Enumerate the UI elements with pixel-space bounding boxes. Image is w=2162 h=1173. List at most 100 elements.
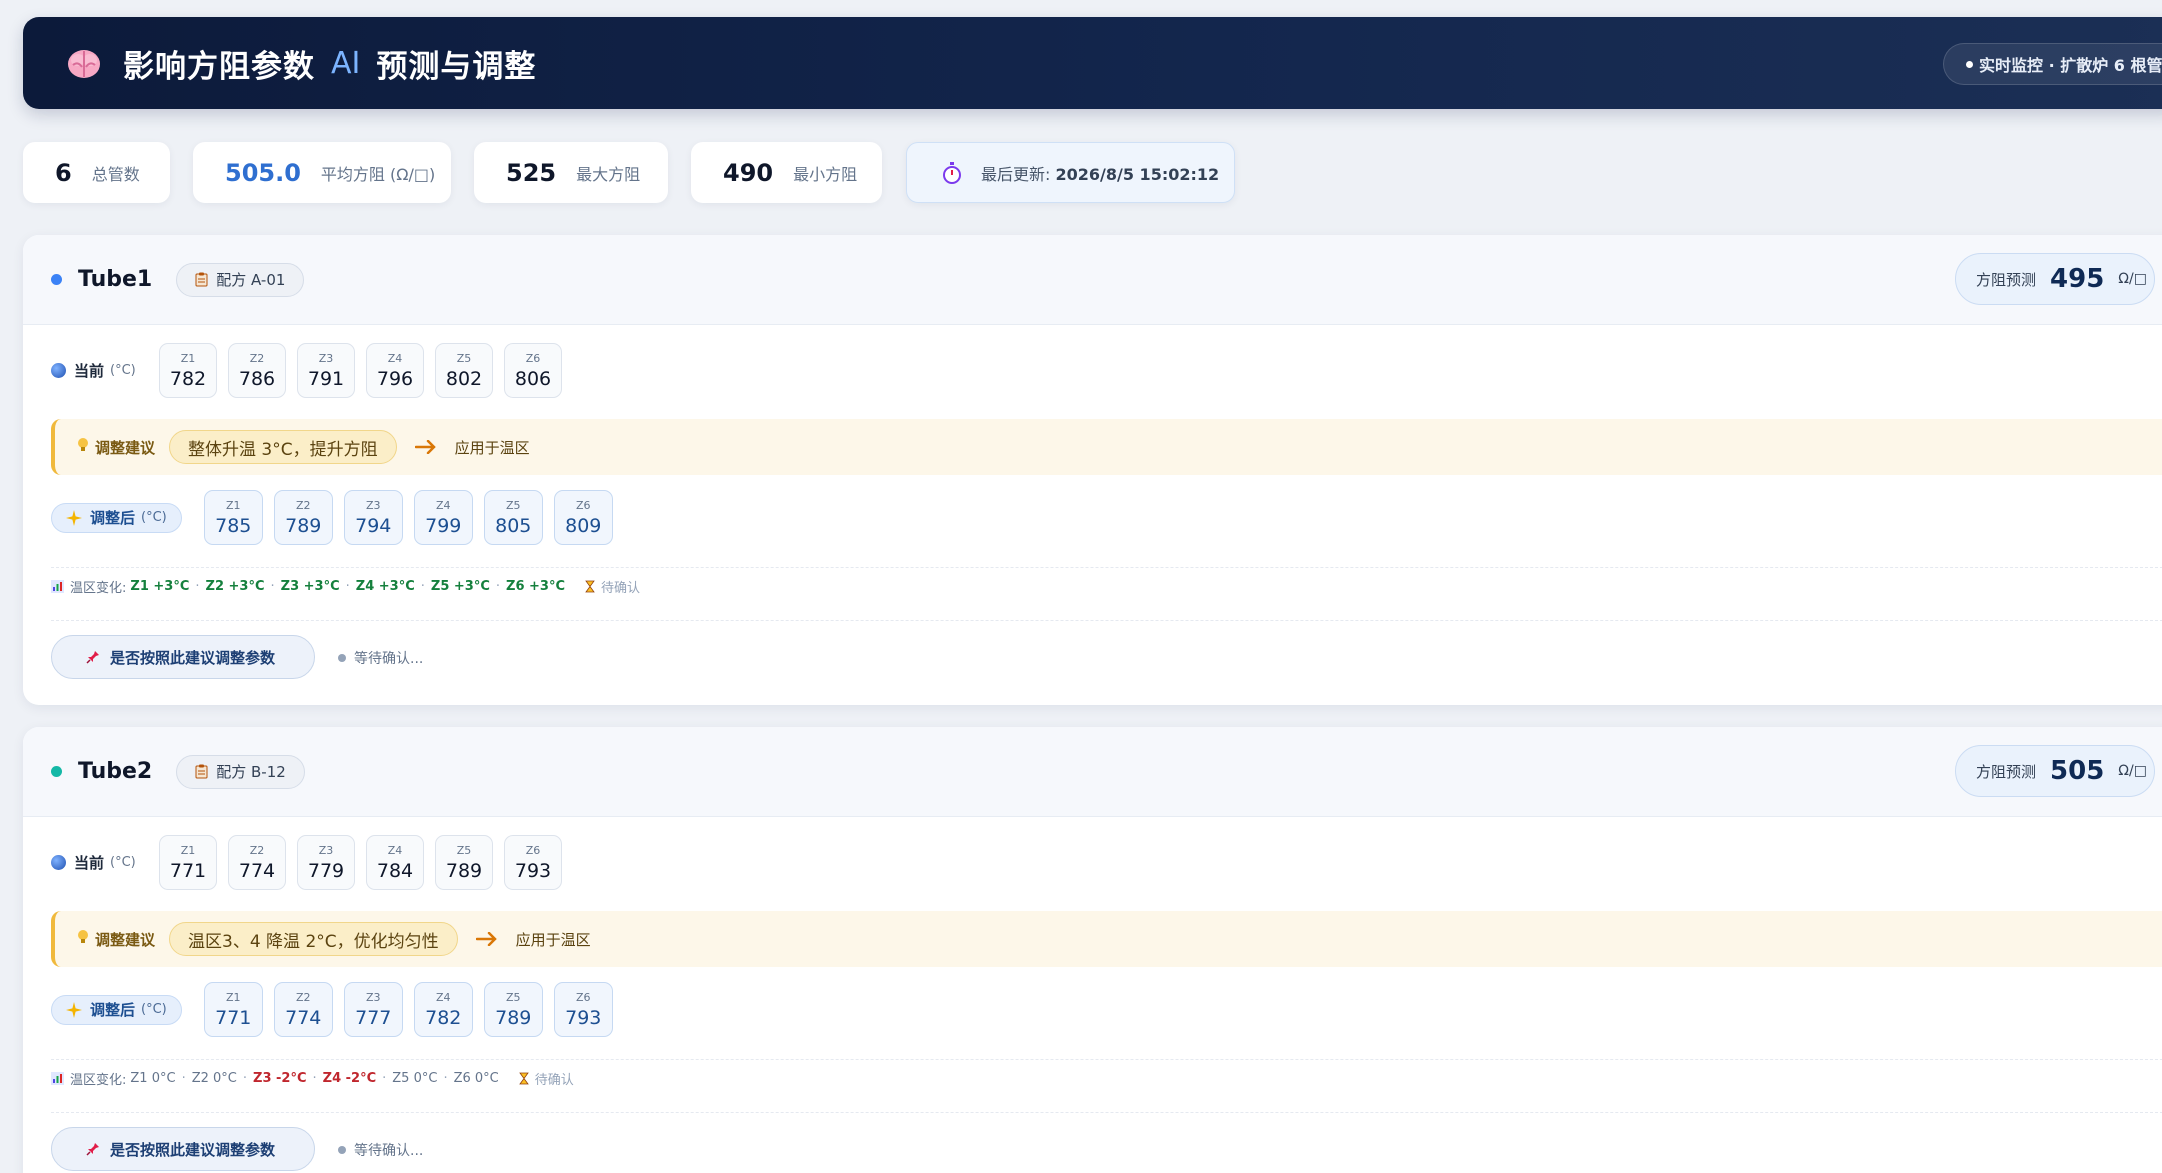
zone-temperature: 809 — [565, 514, 602, 537]
zone-name: Z4 — [435, 498, 451, 512]
tube-card-header: Tube1 配方 A-01 方阻预测 495 Ω/□ — [23, 235, 2162, 325]
pushpin-icon — [86, 650, 100, 664]
stat-label: 总管数 — [91, 164, 140, 184]
prediction-label: 方阻预测 — [1976, 270, 2037, 289]
app-header: 影响方阻参数 AI 预测与调整 实时监控 · 扩散炉 6 根管 — [23, 17, 2162, 109]
zone-temperature: 805 — [495, 514, 532, 537]
zone-current-z3: Z3 779 — [297, 835, 355, 890]
zone-temperature: 789 — [445, 859, 483, 882]
adjusted-temperature-row: 调整后 (°C) Z1 771 Z2 774 Z3 777 Z4 782 Z5 … — [51, 982, 624, 1037]
hourglass-icon — [518, 1072, 529, 1085]
zone-current-z1: Z1 771 — [159, 835, 217, 890]
recipe-badge: 配方 B-12 — [176, 754, 305, 789]
zone-temperature: 793 — [514, 859, 552, 882]
stat-max-resistance: 525 最大方阻 — [474, 142, 668, 203]
zone-temperature: 789 — [285, 514, 322, 537]
zone-temperature: 796 — [376, 367, 414, 390]
recipe-label: 配方 B-12 — [216, 763, 286, 781]
divider — [51, 620, 2162, 621]
zone-name: Z6 — [575, 498, 591, 512]
delta-separator: · — [270, 579, 275, 594]
delta-separator: · — [495, 579, 501, 594]
zone-delta: Z4 -2°C — [322, 1071, 377, 1086]
apply-to-zone-label: 应用于温区 — [454, 438, 530, 457]
tube-status-dot — [51, 766, 62, 777]
zone-delta: Z6 0°C — [453, 1071, 499, 1086]
adjusted-tag: 调整后 (°C) — [51, 994, 182, 1025]
zone-adjusted-z3: Z3 777 — [343, 982, 403, 1037]
header-title-suffix: 预测与调整 — [376, 48, 537, 85]
zone-temperature: 771 — [215, 1006, 252, 1029]
confirm-adjustment-button[interactable]: 是否按照此建议调整参数 — [51, 635, 315, 679]
unit-label: (°C) — [141, 1002, 167, 1017]
zone-temperature: 774 — [285, 1006, 322, 1029]
zone-adjusted-z4: Z4 782 — [413, 982, 473, 1037]
zone-delta: Z5 0°C — [392, 1071, 438, 1086]
prediction-unit: Ω/□ — [2118, 271, 2147, 287]
zone-name: Z4 — [387, 843, 403, 857]
zone-name: Z4 — [435, 990, 451, 1004]
waiting-text: 等待确认... — [354, 1143, 424, 1159]
adjusted-label-text: 调整后 — [90, 1001, 136, 1019]
zone-temperature: 789 — [495, 1006, 532, 1029]
zone-name: Z1 — [225, 990, 241, 1004]
adjusted-tag: 调整后 (°C) — [51, 502, 182, 533]
zone-current-z1: Z1 782 — [159, 343, 217, 398]
zone-delta: Z1 0°C — [130, 1071, 176, 1086]
advice-label: 调整建议 — [95, 930, 156, 949]
stat-value: 490 — [723, 158, 774, 187]
globe-icon — [51, 363, 66, 378]
zone-temperature: 785 — [215, 514, 252, 537]
delta-separator: · — [382, 1071, 387, 1086]
zone-adjusted-z2: Z2 774 — [273, 982, 333, 1037]
divider — [51, 1059, 2162, 1060]
confirm-adjustment-button[interactable]: 是否按照此建议调整参数 — [51, 1127, 315, 1171]
header-title: 影响方阻参数 — [123, 48, 315, 85]
zone-current-z2: Z2 774 — [228, 835, 286, 890]
zone-delta: Z2 +3°C — [205, 579, 265, 594]
last-update-panel: 最后更新: 2026/8/5 15:02:12 — [906, 142, 1235, 203]
zone-temperature: 784 — [376, 859, 414, 882]
adjusted-temperature-row: 调整后 (°C) Z1 785 Z2 789 Z3 794 Z4 799 Z5 … — [51, 490, 624, 545]
zone-current-z2: Z2 786 — [228, 343, 286, 398]
arrow-right-icon — [475, 932, 498, 946]
delta-separator: · — [443, 1071, 448, 1086]
zone-name: Z6 — [525, 843, 541, 857]
stopwatch-icon — [941, 161, 963, 184]
apply-to-zone-label: 应用于温区 — [515, 930, 591, 949]
zone-adjusted-z5: Z5 805 — [483, 490, 543, 545]
chart-icon — [51, 1072, 64, 1085]
zone-temperature: 782 — [425, 1006, 462, 1029]
zone-temperature: 806 — [514, 367, 552, 390]
waiting-dot-icon — [338, 1146, 346, 1154]
waiting-dot-icon — [338, 654, 346, 662]
last-update-label: 最后更新: — [981, 164, 1051, 184]
current-temperature-row: 当前 (°C) Z1 771 Z2 774 Z3 779 Z4 784 Z5 7… — [51, 835, 573, 890]
unit-label: (°C) — [110, 363, 136, 378]
current-temperature-row: 当前 (°C) Z1 782 Z2 786 Z3 791 Z4 796 Z5 8… — [51, 343, 573, 398]
lightbulb-icon — [77, 929, 89, 949]
zone-current-z4: Z4 784 — [366, 835, 424, 890]
tube-status-dot — [51, 274, 62, 285]
zone-temperature: 782 — [169, 367, 207, 390]
waiting-status: 等待确认... — [338, 648, 423, 668]
zone-delta: Z2 0°C — [191, 1071, 237, 1086]
tube-name: Tube1 — [78, 267, 153, 292]
advice-label: 调整建议 — [95, 438, 156, 457]
delta-prefix: 温区变化: — [70, 1073, 127, 1088]
zone-temperature: 774 — [238, 859, 276, 882]
live-dot-icon — [1966, 60, 1973, 68]
last-update-text: 最后更新: 2026/8/5 15:02:12 — [981, 161, 1219, 185]
zone-current-z6: Z6 806 — [504, 343, 562, 398]
sparkle-icon — [66, 1001, 82, 1018]
live-badge-text: 实时监控 · 扩散炉 6 根管 — [1979, 56, 2162, 75]
divider — [51, 567, 2162, 568]
confirm-button-label: 是否按照此建议调整参数 — [110, 648, 276, 667]
zone-name: Z2 — [249, 843, 265, 857]
pending-text: 待确认 — [601, 581, 641, 596]
stat-label: 最小方阻 — [793, 164, 858, 184]
zone-adjusted-z6: Z6 809 — [553, 490, 613, 545]
zone-temperature: 794 — [355, 514, 392, 537]
lightbulb-icon — [77, 437, 89, 457]
delta-separator: · — [195, 579, 200, 594]
